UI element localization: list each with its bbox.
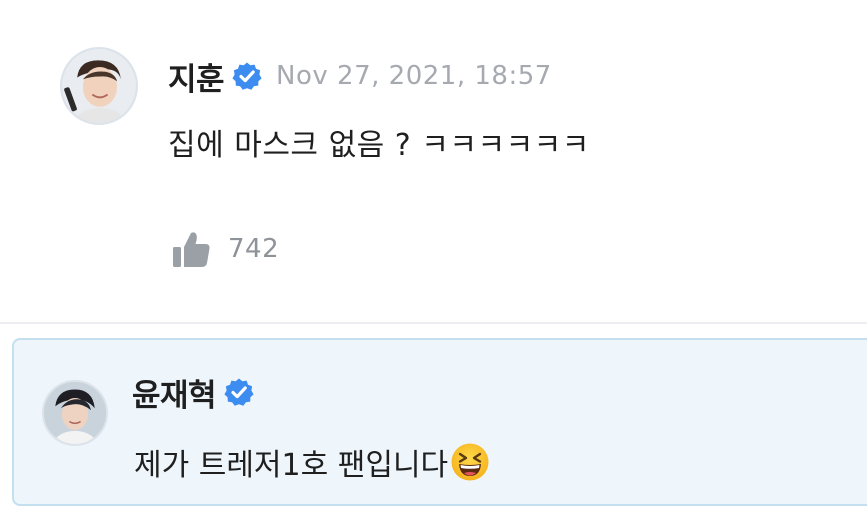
post-timestamp: Nov 27, 2021, 18:57 — [276, 61, 552, 91]
reply-body: 제가 트레저1호 팬입니다 — [134, 440, 490, 484]
reply-card: 윤재혁 제가 트레저1호 팬입니다 — [12, 338, 867, 506]
reply-body-text: 제가 트레저1호 팬입니다 — [134, 448, 449, 483]
post-author-avatar[interactable] — [60, 47, 138, 125]
divider — [0, 322, 867, 324]
verified-badge-icon — [232, 61, 262, 91]
post-author-name[interactable]: 지훈 — [168, 54, 225, 99]
like-count: 742 — [228, 234, 280, 264]
like-button[interactable]: 742 — [170, 228, 279, 270]
reply-author-name[interactable]: 윤재혁 — [132, 370, 217, 415]
comment-thread: 지훈 Nov 27, 2021, 18:57 집에 마스크 없음 ? ㅋㅋㅋㅋㅋ… — [0, 0, 867, 521]
reply-header: 윤재혁 — [132, 370, 254, 414]
post: 지훈 Nov 27, 2021, 18:57 집에 마스크 없음 ? ㅋㅋㅋㅋㅋ… — [0, 0, 867, 322]
verified-badge-icon — [224, 377, 254, 407]
grinning-squinting-face-emoji — [450, 442, 490, 482]
post-body-text: 집에 마스크 없음 ? ㅋㅋㅋㅋㅋㅋ — [168, 128, 590, 163]
reply-author-avatar[interactable] — [42, 380, 108, 446]
thumbs-up-icon[interactable] — [170, 228, 212, 270]
post-header: 지훈 Nov 27, 2021, 18:57 — [168, 54, 552, 98]
